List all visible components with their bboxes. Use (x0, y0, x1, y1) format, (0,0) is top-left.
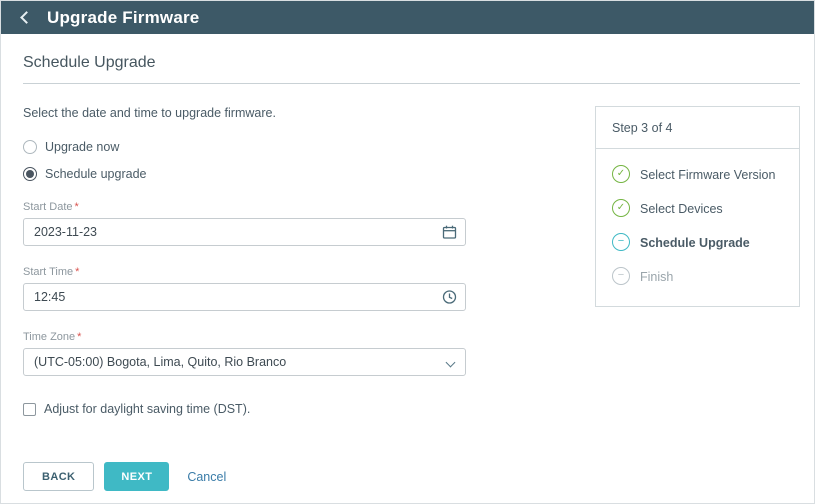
radio-icon (23, 140, 37, 154)
minus-circle-icon: − (612, 267, 630, 285)
chevron-left-icon (20, 11, 33, 24)
time-zone-field: Time Zone* (UTC-05:00) Bogota, Lima, Qui… (23, 331, 483, 376)
field-label-text: Start Date (23, 201, 73, 213)
step-item-finish: − Finish (612, 267, 785, 286)
time-zone-label: Time Zone* (23, 331, 483, 343)
time-zone-value: (UTC-05:00) Bogota, Lima, Quito, Rio Bra… (34, 355, 286, 369)
step-panel: Step 3 of 4 ✓ Select Firmware Version ✓ … (595, 106, 800, 307)
content-area: Select the date and time to upgrade firm… (23, 106, 800, 416)
chevron-down-icon (446, 358, 456, 368)
cancel-link[interactable]: Cancel (187, 470, 226, 484)
required-asterisk: * (77, 331, 81, 343)
required-asterisk: * (75, 266, 79, 278)
step-item-schedule-upgrade: − Schedule Upgrade (612, 233, 785, 252)
time-zone-select[interactable]: (UTC-05:00) Bogota, Lima, Quito, Rio Bra… (23, 348, 466, 376)
back-button[interactable] (11, 5, 37, 31)
header-bar: Upgrade Firmware (1, 1, 814, 34)
section-heading-wrap: Schedule Upgrade (23, 54, 800, 84)
clock-icon[interactable] (442, 290, 457, 305)
start-time-field: Start Time* (23, 266, 483, 311)
step-item-select-firmware-version: ✓ Select Firmware Version (612, 165, 785, 184)
start-date-input[interactable] (23, 218, 466, 246)
start-time-input[interactable] (23, 283, 466, 311)
back-action-button[interactable]: BACK (23, 462, 94, 491)
step-item-label: Schedule Upgrade (640, 233, 750, 252)
form-description: Select the date and time to upgrade firm… (23, 106, 483, 120)
check-circle-icon: ✓ (612, 165, 630, 183)
radio-label: Upgrade now (45, 140, 119, 154)
calendar-icon[interactable] (442, 225, 457, 240)
page-title: Upgrade Firmware (47, 8, 199, 28)
radio-label: Schedule upgrade (45, 167, 146, 181)
next-button[interactable]: NEXT (104, 462, 169, 491)
section-heading: Schedule Upgrade (23, 54, 800, 72)
checkbox-icon[interactable] (23, 403, 36, 416)
radio-schedule-upgrade[interactable]: Schedule upgrade (23, 167, 483, 181)
start-date-field: Start Date* (23, 201, 483, 246)
step-item-label: Select Devices (640, 199, 723, 218)
content-spacer (483, 106, 595, 416)
dst-checkbox-row[interactable]: Adjust for daylight saving time (DST). (23, 402, 483, 416)
required-asterisk: * (75, 201, 79, 213)
field-label-text: Time Zone (23, 331, 75, 343)
step-item-label: Select Firmware Version (640, 165, 775, 184)
step-list: ✓ Select Firmware Version ✓ Select Devic… (596, 149, 799, 306)
minus-circle-icon: − (612, 233, 630, 251)
field-label-text: Start Time (23, 266, 73, 278)
step-panel-title: Step 3 of 4 (596, 107, 799, 149)
footer-actions: BACK NEXT Cancel (23, 462, 226, 491)
step-item-label: Finish (640, 267, 673, 286)
schedule-form: Select the date and time to upgrade firm… (23, 106, 483, 416)
check-circle-icon: ✓ (612, 199, 630, 217)
start-time-label: Start Time* (23, 266, 483, 278)
radio-upgrade-now[interactable]: Upgrade now (23, 140, 483, 154)
start-date-label: Start Date* (23, 201, 483, 213)
dst-checkbox-label: Adjust for daylight saving time (DST). (44, 402, 250, 416)
step-item-select-devices: ✓ Select Devices (612, 199, 785, 218)
upgrade-firmware-window: Upgrade Firmware Schedule Upgrade Select… (0, 0, 815, 504)
radio-icon (23, 167, 37, 181)
